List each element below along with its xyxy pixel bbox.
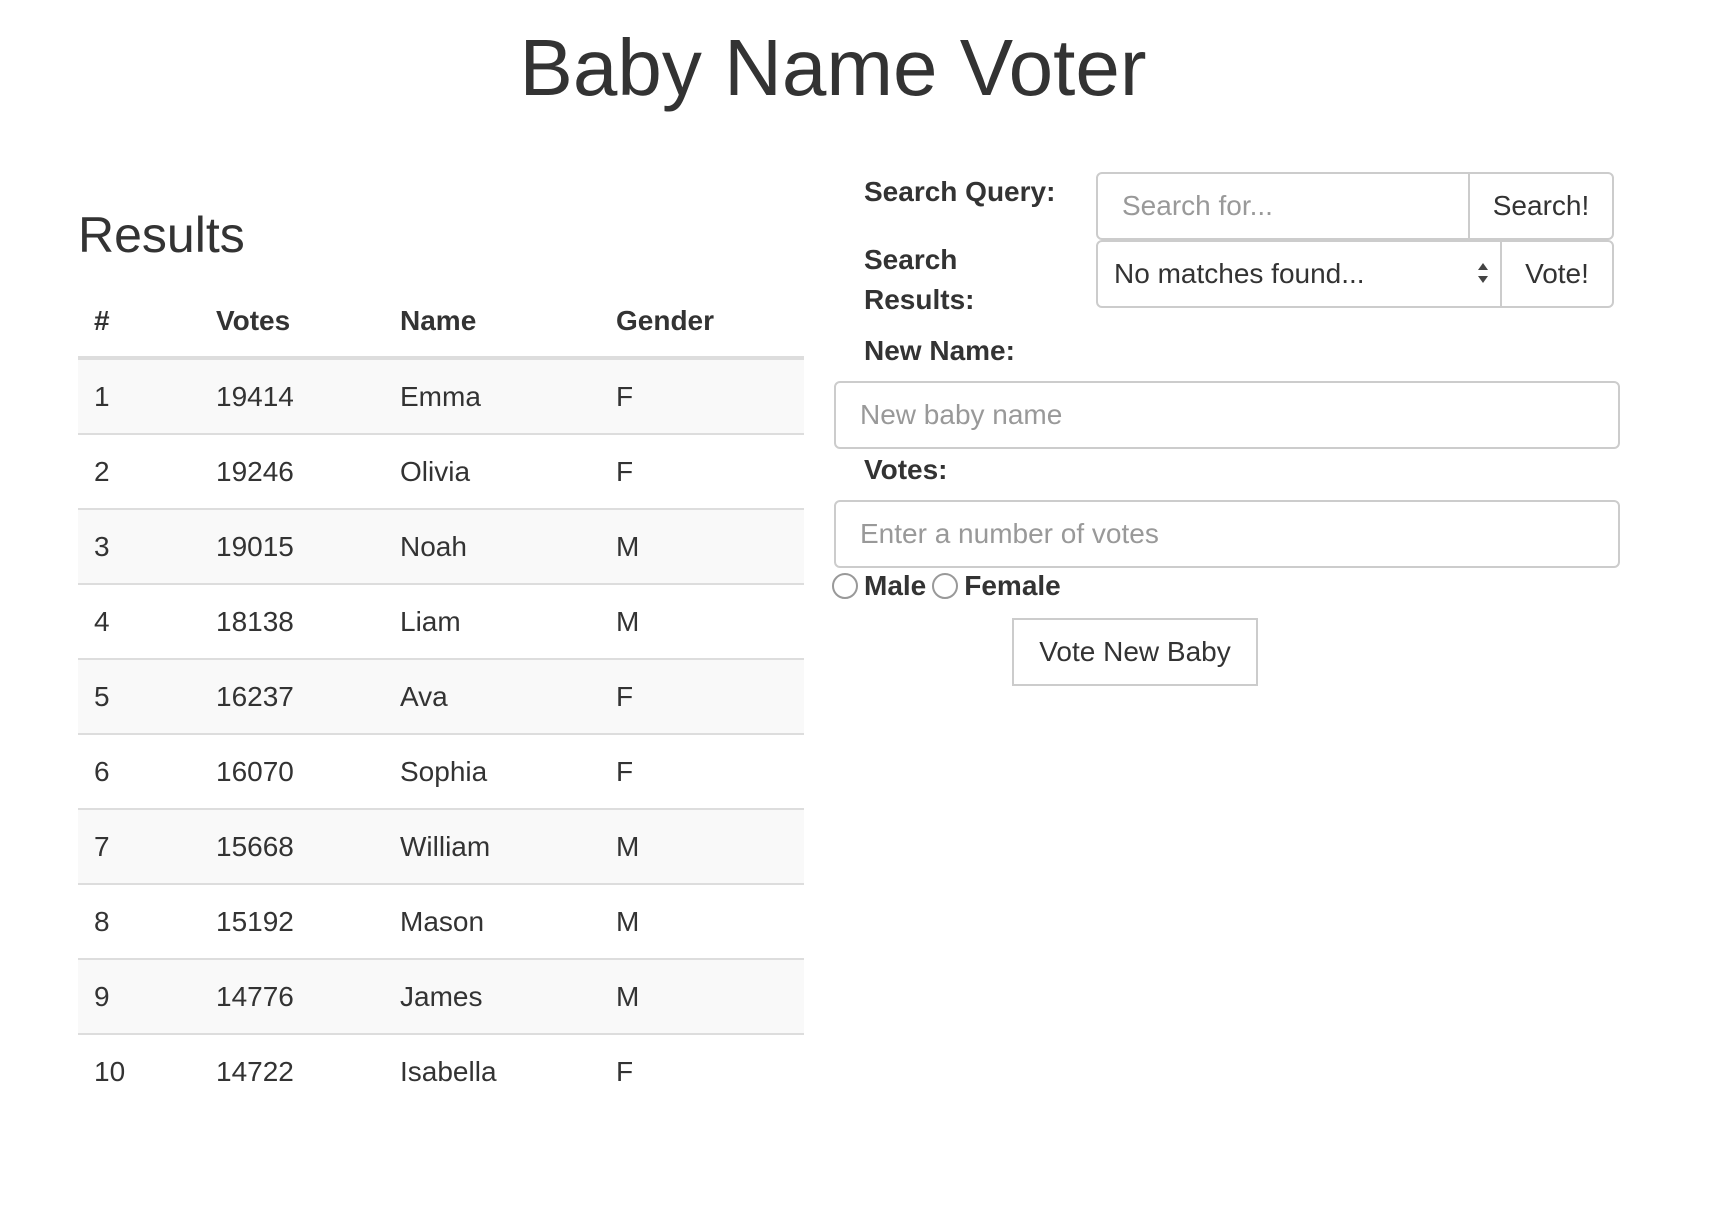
vote-new-baby-button[interactable]: Vote New Baby [1012, 618, 1258, 686]
table-row: 6 16070 Sophia F [78, 733, 804, 809]
name-cell: Isabella [384, 1033, 600, 1108]
female-radio-label: Female [964, 570, 1061, 601]
table-row: 4 18138 Liam M [78, 583, 804, 659]
name-cell: Liam [384, 583, 600, 659]
page: Baby Name Voter Results # Votes Name Gen… [0, 0, 1730, 1218]
male-radio[interactable] [832, 573, 858, 599]
votes-label: Votes: [864, 454, 948, 485]
votes-cell: 19246 [200, 433, 384, 509]
rank-cell: 8 [78, 883, 200, 959]
rank-cell: 1 [94, 380, 110, 412]
gender-cell: M [600, 808, 804, 884]
table-row: 9 14776 James M [78, 958, 804, 1034]
female-radio[interactable] [932, 573, 959, 599]
search-results-label: Search Results: [864, 240, 974, 320]
votes-cell: 16237 [200, 658, 384, 734]
gender-cell: M [600, 583, 804, 659]
name-cell: Sophia [384, 733, 600, 809]
column-header-gender: Gender [600, 286, 804, 360]
table-row: 7 15668 William M [78, 808, 804, 884]
votes-cell: 19015 [200, 508, 384, 584]
new-name-input[interactable] [834, 381, 1620, 449]
gender-cell: M [600, 883, 804, 959]
gender-cell: F [600, 433, 804, 509]
table-row: 3 19015 Noah M [78, 508, 804, 584]
votes-cell: 18138 [200, 583, 384, 659]
votes-input[interactable] [834, 500, 1620, 568]
gender-cell: M [600, 508, 804, 584]
gender-cell: F [600, 733, 804, 809]
search-query-label: Search Query: [864, 176, 1056, 207]
gender-cell: F [616, 380, 634, 412]
rank-cell: 5 [78, 658, 200, 734]
rank-cell: 7 [78, 808, 200, 884]
gender-radio-group: Male Female [832, 570, 1067, 602]
gender-cell: F [600, 658, 804, 734]
rank-cell: 2 [78, 433, 200, 509]
table-header-row: # Votes Name Gender [78, 286, 804, 360]
results-heading: Results [78, 207, 245, 263]
name-cell: Emma [400, 380, 481, 412]
column-header-votes: Votes [200, 286, 384, 360]
search-results-selected-value: No matches found... [1114, 258, 1365, 289]
search-results-label-line1: Search [864, 244, 958, 275]
search-results-label-line2: Results: [864, 284, 975, 315]
rank-cell: 3 [78, 508, 200, 584]
male-radio-label: Male [864, 570, 927, 601]
table-row: 1 19414 Emma F [78, 358, 804, 434]
votes-cell: 14722 [200, 1033, 384, 1108]
vote-button[interactable]: Vote! [1500, 240, 1614, 308]
table-row: 5 16237 Ava F [78, 658, 804, 734]
table-row: 8 15192 Mason M [78, 883, 804, 959]
votes-cell: 14776 [200, 958, 384, 1034]
name-cell: James [384, 958, 600, 1034]
gender-cell: M [600, 958, 804, 1034]
table-row: 2 19246 Olivia F [78, 433, 804, 509]
name-cell: Ava [384, 658, 600, 734]
search-results-select[interactable]: No matches found... [1096, 240, 1502, 308]
rank-cell: 10 [78, 1033, 200, 1108]
search-button[interactable]: Search! [1468, 172, 1614, 240]
column-header-rank: # [78, 286, 200, 360]
gender-cell: F [600, 1033, 804, 1108]
votes-cell: 15192 [200, 883, 384, 959]
select-arrows-icon [1478, 263, 1488, 283]
name-cell: Olivia [384, 433, 600, 509]
votes-cell: 16070 [200, 733, 384, 809]
name-cell: William [384, 808, 600, 884]
new-name-label: New Name: [864, 335, 1015, 366]
rank-cell: 4 [78, 583, 200, 659]
page-title: Baby Name Voter [519, 23, 1147, 112]
votes-cell: 19414 [216, 380, 294, 412]
table-row: 10 14722 Isabella F [78, 1033, 804, 1108]
rank-cell: 6 [78, 733, 200, 809]
name-cell: Mason [384, 883, 600, 959]
column-header-name: Name [384, 286, 600, 360]
search-query-input[interactable] [1096, 172, 1470, 240]
name-cell: Noah [384, 508, 600, 584]
votes-cell: 15668 [200, 808, 384, 884]
rank-cell: 9 [78, 958, 200, 1034]
results-table: # Votes Name Gender 1 19414 Emma F 2 192… [78, 286, 804, 1108]
